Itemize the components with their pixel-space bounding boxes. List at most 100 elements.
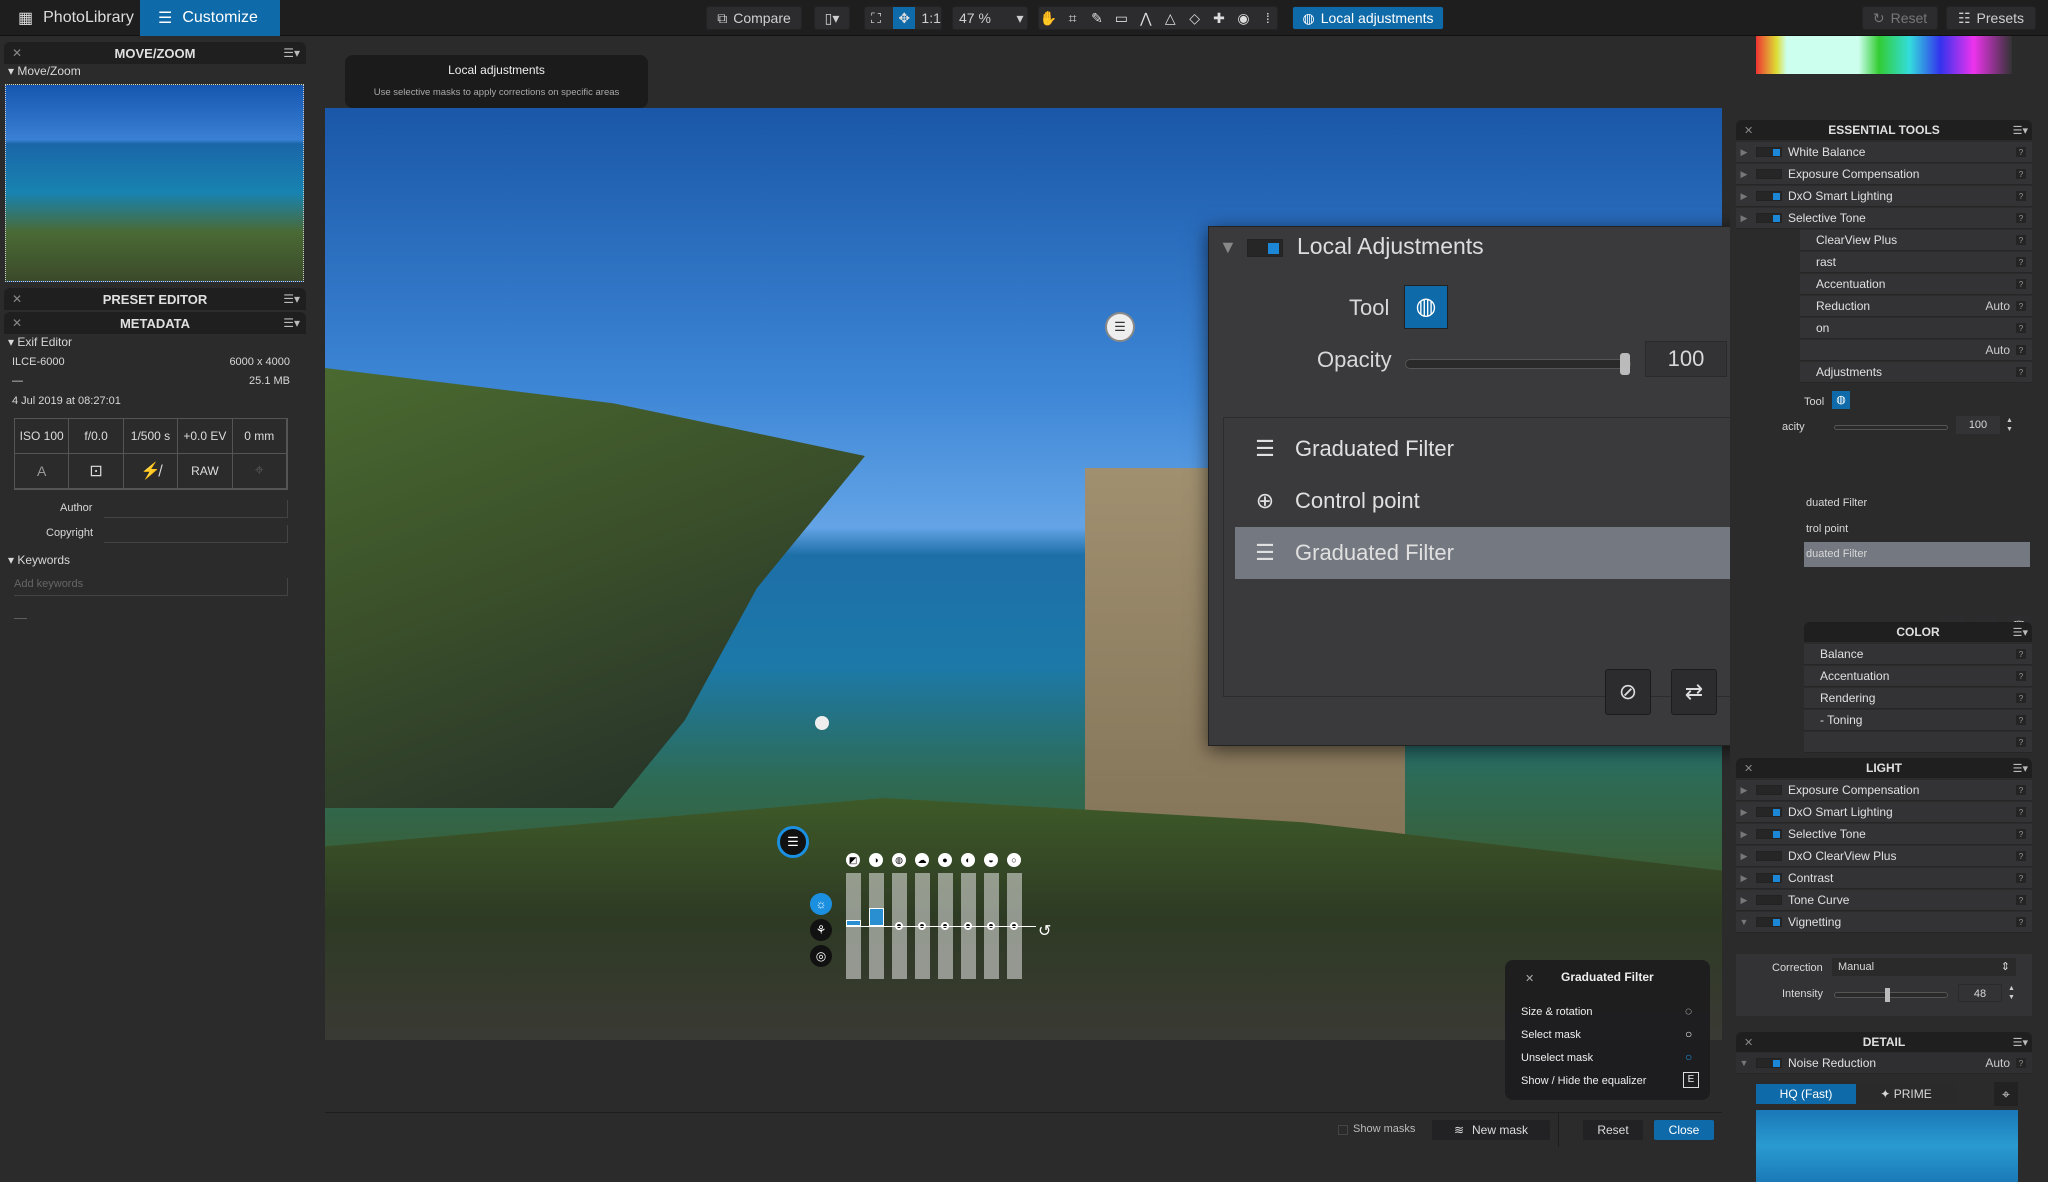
la-opacity-stepper[interactable]: ▲ ▼ <box>2006 416 2016 434</box>
close-icon[interactable]: ✕ <box>1744 1036 1753 1049</box>
tool-row[interactable]: Balance? <box>1804 644 2032 665</box>
enable-toggle[interactable] <box>1756 1058 1782 1068</box>
help-icon[interactable]: ? <box>2016 873 2026 883</box>
tool-row[interactable]: ? Auto <box>1800 340 2032 361</box>
enable-toggle[interactable] <box>1756 851 1782 861</box>
zoom-dropdown-icon[interactable]: ▾ <box>1012 6 1028 30</box>
help-icon[interactable]: ? <box>2016 367 2026 377</box>
tool-row[interactable]: ▶ DxO Smart Lighting? <box>1736 802 2032 823</box>
enable-toggle[interactable] <box>1756 895 1782 905</box>
tool-row[interactable]: ▶ Tone Curve? <box>1736 890 2032 911</box>
help-icon[interactable]: ? <box>2016 715 2026 725</box>
mask-item[interactable]: ⊕ Control point <box>1235 475 1781 527</box>
close-icon[interactable]: ✕ <box>12 316 22 330</box>
tool-row[interactable]: ▼ Vignetting? <box>1736 912 2032 933</box>
la-mask-item[interactable]: duated Filter <box>1806 497 1867 509</box>
help-icon[interactable]: ? <box>2016 671 2026 681</box>
la-opacity-input[interactable]: 100 <box>1956 416 2000 434</box>
perspective-icon[interactable]: ⋀ <box>1137 7 1155 29</box>
help-icon[interactable]: ? <box>2016 301 2026 311</box>
tool-row[interactable]: ClearView Plus? <box>1800 230 2032 251</box>
tool-row[interactable]: Reduction? Auto <box>1800 296 2032 317</box>
tool-row[interactable]: rast? <box>1800 252 2032 273</box>
tool-row[interactable]: - Toning? <box>1804 710 2032 731</box>
help-icon[interactable]: ? <box>2016 895 2026 905</box>
help-icon[interactable]: ? <box>2016 1058 2026 1068</box>
panel-menu-icon[interactable]: ☰▾ <box>2013 626 2028 639</box>
nr-prime-button[interactable]: ✦ PRIME <box>1856 1084 1956 1104</box>
tool-row[interactable]: on? <box>1800 318 2032 339</box>
tab-customize[interactable]: ☰ Customize <box>140 0 280 36</box>
enable-toggle[interactable] <box>1756 191 1782 201</box>
color-icon[interactable]: ⚘ <box>810 919 832 941</box>
help-icon[interactable]: ? <box>2016 235 2026 245</box>
hand-icon[interactable]: ✋ <box>1039 7 1057 29</box>
help-icon[interactable]: ? <box>2016 323 2026 333</box>
close-icon[interactable]: ✕ <box>1525 972 1534 985</box>
exposure-icon[interactable]: ◩ <box>846 853 860 867</box>
tool-row[interactable]: ▶ DxO ClearView Plus? <box>1736 846 2032 867</box>
exif-editor-section[interactable]: ▾ Exif Editor <box>8 335 72 349</box>
panel-menu-icon[interactable]: ☰▾ <box>283 292 300 306</box>
enable-toggle[interactable] <box>1247 239 1283 257</box>
panel-menu-icon[interactable]: ☰▾ <box>2013 1036 2028 1049</box>
help-icon[interactable]: ? <box>2016 649 2026 659</box>
graduated-filter-handle-active[interactable]: ☰ <box>777 826 809 858</box>
help-icon[interactable]: ? <box>2016 693 2026 703</box>
tool-row[interactable]: ? <box>1804 732 2032 753</box>
enable-toggle[interactable] <box>1756 807 1782 817</box>
presets-button[interactable]: ☷ Presets <box>1946 6 2036 30</box>
help-icon[interactable]: ? <box>2016 807 2026 817</box>
opacity-slider-thumb[interactable] <box>1620 353 1630 375</box>
local-adjustments-button[interactable]: ◍ Local adjustments <box>1292 6 1444 30</box>
eyedropper-icon[interactable]: ✎ <box>1088 7 1106 29</box>
crop-icon[interactable]: ⌗ <box>1063 7 1081 29</box>
graduated-filter-handle-1[interactable]: ☰ <box>1105 312 1135 342</box>
intensity-slider[interactable] <box>1834 988 1948 1002</box>
opacity-value-input[interactable]: 100 <box>1645 341 1727 377</box>
split-view-dropdown[interactable]: ▯▾ <box>814 6 850 30</box>
new-mask-button[interactable]: ≋ New mask <box>1432 1120 1550 1140</box>
preset-editor-header[interactable]: ✕ PRESET EDITOR ☰▾ <box>4 288 306 310</box>
noise-preview[interactable] <box>1756 1110 2018 1182</box>
crosshair-icon[interactable]: ⌖ <box>1994 1082 2018 1106</box>
help-icon[interactable]: ? <box>2016 191 2026 201</box>
tool-row[interactable]: Rendering? <box>1804 688 2032 709</box>
help-icon[interactable]: ? <box>2016 213 2026 223</box>
close-icon[interactable]: ✕ <box>12 46 22 60</box>
help-icon[interactable]: ? <box>2016 737 2026 747</box>
panel-menu-icon[interactable]: ☰▾ <box>2013 762 2028 775</box>
la-tool-button[interactable]: ◍ <box>1832 391 1850 409</box>
panel-menu-icon[interactable]: ☰▾ <box>283 316 300 330</box>
detail-icon[interactable]: ◎ <box>810 945 832 967</box>
close-icon[interactable]: ✕ <box>12 292 22 306</box>
reset-local-button[interactable]: Reset <box>1583 1120 1643 1140</box>
perspective-rect-icon[interactable]: △ <box>1161 7 1179 29</box>
haze-icon[interactable]: ☁ <box>915 853 929 867</box>
tab-photolibrary[interactable]: ▦ PhotoLibrary <box>0 0 140 36</box>
reset-button[interactable]: ↻ Reset <box>1862 6 1938 30</box>
tool-row[interactable]: ▶ Contrast? <box>1736 868 2032 889</box>
highlights-icon[interactable]: ● <box>938 853 952 867</box>
enable-toggle[interactable] <box>1756 147 1782 157</box>
enable-toggle[interactable] <box>1756 829 1782 839</box>
tool-row[interactable]: ▶ Exposure Compensation? <box>1736 780 2032 801</box>
enable-toggle[interactable] <box>1756 213 1782 223</box>
move-zoom-subsection[interactable]: ▾ Move/Zoom <box>8 64 81 78</box>
tool-row[interactable]: ▶ DxO Smart Lighting? <box>1736 186 2032 207</box>
close-icon[interactable]: ✕ <box>1744 124 1753 137</box>
enable-toggle[interactable] <box>1756 873 1782 883</box>
close-local-button[interactable]: Close <box>1654 1120 1714 1140</box>
hide-mask-button[interactable]: ⊘ <box>1605 669 1651 715</box>
equalizer-reset-icon[interactable]: ↺ <box>1038 921 1051 941</box>
nr-hq-fast-button[interactable]: HQ (Fast) <box>1756 1084 1856 1104</box>
control-point-handle[interactable] <box>815 716 829 730</box>
help-icon[interactable]: ? <box>2016 257 2026 267</box>
keywords-input[interactable]: Add keywords <box>14 578 288 596</box>
panel-menu-icon[interactable]: ☰▾ <box>283 46 300 60</box>
help-icon[interactable]: ? <box>2016 345 2026 355</box>
tool-row[interactable]: Accentuation? <box>1800 274 2032 295</box>
midtones-icon[interactable]: ◐ <box>961 853 975 867</box>
copyright-field[interactable] <box>104 525 288 543</box>
close-icon[interactable]: ✕ <box>1744 762 1753 775</box>
